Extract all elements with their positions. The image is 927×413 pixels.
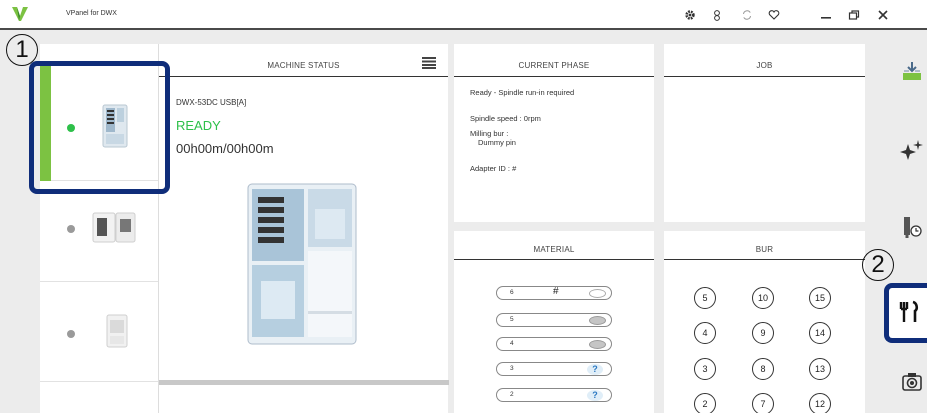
- machine-item-3[interactable]: [40, 282, 158, 382]
- slot-number: 3: [510, 365, 514, 372]
- machine-selection-highlight: [29, 61, 170, 194]
- bur-slot-10[interactable]: 10: [752, 287, 774, 309]
- header-rule: [664, 76, 865, 77]
- header-rule: [454, 76, 654, 77]
- bur-slot-2[interactable]: 2: [694, 393, 716, 413]
- bur-slot-9[interactable]: 9: [752, 322, 774, 344]
- machine-thumbnail: [106, 314, 128, 348]
- material-slot-2[interactable]: 2 ?: [496, 388, 612, 402]
- app-title: VPanel for DWX: [66, 10, 117, 17]
- job-panel: JOB: [664, 44, 865, 222]
- slot-number: 6: [510, 289, 514, 296]
- phase-status: Ready - Spindle run-in required: [470, 88, 575, 97]
- material-header: MATERIAL: [533, 245, 575, 254]
- bur-slot-15[interactable]: 15: [809, 287, 831, 309]
- status-dot: [67, 330, 75, 338]
- slot-number: 2: [510, 391, 514, 398]
- material-slot-6[interactable]: 6 #: [496, 286, 612, 300]
- progress-track: [159, 380, 449, 385]
- material-slot-5[interactable]: 5: [496, 313, 612, 327]
- bur-slot-8[interactable]: 8: [752, 358, 774, 380]
- disc-icon: [589, 340, 606, 349]
- menu-icon[interactable]: [422, 57, 436, 69]
- camera-icon[interactable]: [896, 367, 927, 397]
- milling-bur-label: Milling bur :: [470, 129, 509, 138]
- header-rule: [664, 259, 865, 260]
- callout-1: 1: [6, 34, 38, 66]
- slot-number: 5: [510, 316, 514, 323]
- status-dot: [67, 225, 75, 233]
- spindle-speed: Spindle speed : 0rpm: [470, 114, 541, 123]
- material-slot-4[interactable]: 4: [496, 337, 612, 351]
- unknown-icon: ?: [587, 390, 603, 401]
- unknown-icon: ?: [587, 364, 603, 375]
- sparkle-icon[interactable]: [896, 135, 927, 165]
- milling-icon[interactable]: [896, 56, 927, 86]
- header-rule: [454, 259, 654, 260]
- callout-2: 2: [862, 249, 894, 281]
- adapter-id: Adapter ID : #: [470, 164, 517, 173]
- material-slot-3[interactable]: 3 ?: [496, 362, 612, 376]
- refresh-icon[interactable]: [738, 6, 756, 24]
- current-phase-panel: CURRENT PHASE Ready - Spindle run-in req…: [454, 44, 654, 222]
- machine-status-header: MACHINE STATUS: [267, 61, 340, 70]
- disc-icon: [589, 316, 606, 325]
- bur-slot-14[interactable]: 14: [809, 322, 831, 344]
- title-bar: VPanel for DWX: [0, 0, 927, 30]
- close-icon[interactable]: [874, 6, 892, 24]
- tools-icon[interactable]: [893, 297, 924, 327]
- bur-slot-4[interactable]: 4: [694, 322, 716, 344]
- machine-state: READY: [176, 118, 221, 133]
- machine-status-panel: MACHINE STATUS DWX-53DC USB[A] READY 00h…: [158, 44, 449, 413]
- machine-item-4[interactable]: [40, 382, 158, 413]
- empty-disc-icon: [589, 289, 606, 298]
- settings-icon[interactable]: [681, 6, 699, 24]
- machine-image: [247, 183, 357, 345]
- machine-item-2[interactable]: [40, 202, 158, 282]
- restore-icon[interactable]: [845, 6, 863, 24]
- slot-number: 4: [510, 340, 514, 347]
- current-phase-header: CURRENT PHASE: [518, 61, 590, 70]
- machine-model: DWX-53DC USB[A]: [176, 98, 247, 107]
- bur-slot-13[interactable]: 13: [809, 358, 831, 380]
- bur-slot-3[interactable]: 3: [694, 358, 716, 380]
- bur-slot-5[interactable]: 5: [694, 287, 716, 309]
- minimize-icon[interactable]: [817, 6, 835, 24]
- user-icon[interactable]: [708, 6, 726, 24]
- bur-slot-7[interactable]: 7: [752, 393, 774, 413]
- slot-id: #: [553, 286, 559, 297]
- machine-time: 00h00m/00h00m: [176, 141, 274, 156]
- bur-header: BUR: [755, 245, 774, 254]
- tool-timer-icon[interactable]: [896, 212, 927, 242]
- vpanel-logo-icon: [12, 7, 28, 21]
- bur-slot-12[interactable]: 12: [809, 393, 831, 413]
- machine-thumbnail: [92, 212, 136, 243]
- favorite-icon[interactable]: [765, 6, 783, 24]
- milling-bur-value: Dummy pin: [478, 138, 516, 147]
- header-rule: [159, 76, 448, 77]
- job-header: JOB: [756, 61, 773, 70]
